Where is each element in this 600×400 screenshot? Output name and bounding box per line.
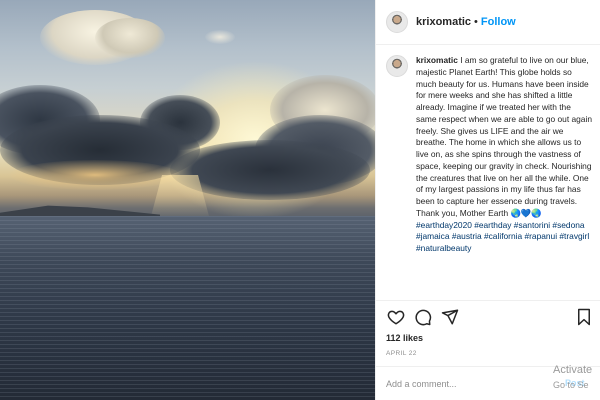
cloud [205,30,235,44]
caption-username[interactable]: krixomatic [416,55,458,65]
activation-watermark-link: Go to Se [553,380,589,390]
post-photo[interactable] [0,0,375,400]
caption-text: krixomatic I am so grateful to live on o… [416,55,593,255]
post-side-panel: krixomatic • Follow krixomatic I am so g… [375,0,600,400]
comments-section[interactable]: krixomatic I am so grateful to live on o… [376,55,600,299]
post-header: krixomatic • Follow [376,0,600,45]
caption: krixomatic I am so grateful to live on o… [386,55,593,255]
cloud [95,18,165,58]
bookmark-icon[interactable] [575,308,593,326]
horizon-light [10,160,180,190]
sea [0,216,375,400]
caption-hashtags[interactable]: #earthday2020 #earthday #santorini #sedo… [416,220,589,254]
caption-body: I am so grateful to live on our blue, ma… [416,55,592,218]
avatar[interactable] [386,55,408,77]
action-bar [385,308,593,330]
avatar[interactable] [386,11,408,33]
share-icon[interactable] [441,308,459,326]
separator-dot: • [474,16,478,28]
likes-count[interactable]: 112 likes [386,333,423,343]
comment-icon[interactable] [414,308,432,326]
divider [376,300,600,301]
follow-button[interactable]: Follow [481,16,516,28]
header-username[interactable]: krixomatic [416,16,471,28]
post-date[interactable]: APRIL 22 [386,350,417,357]
heart-icon[interactable] [387,308,405,326]
activation-watermark: Activate [553,364,593,376]
add-comment-input[interactable] [386,377,536,391]
